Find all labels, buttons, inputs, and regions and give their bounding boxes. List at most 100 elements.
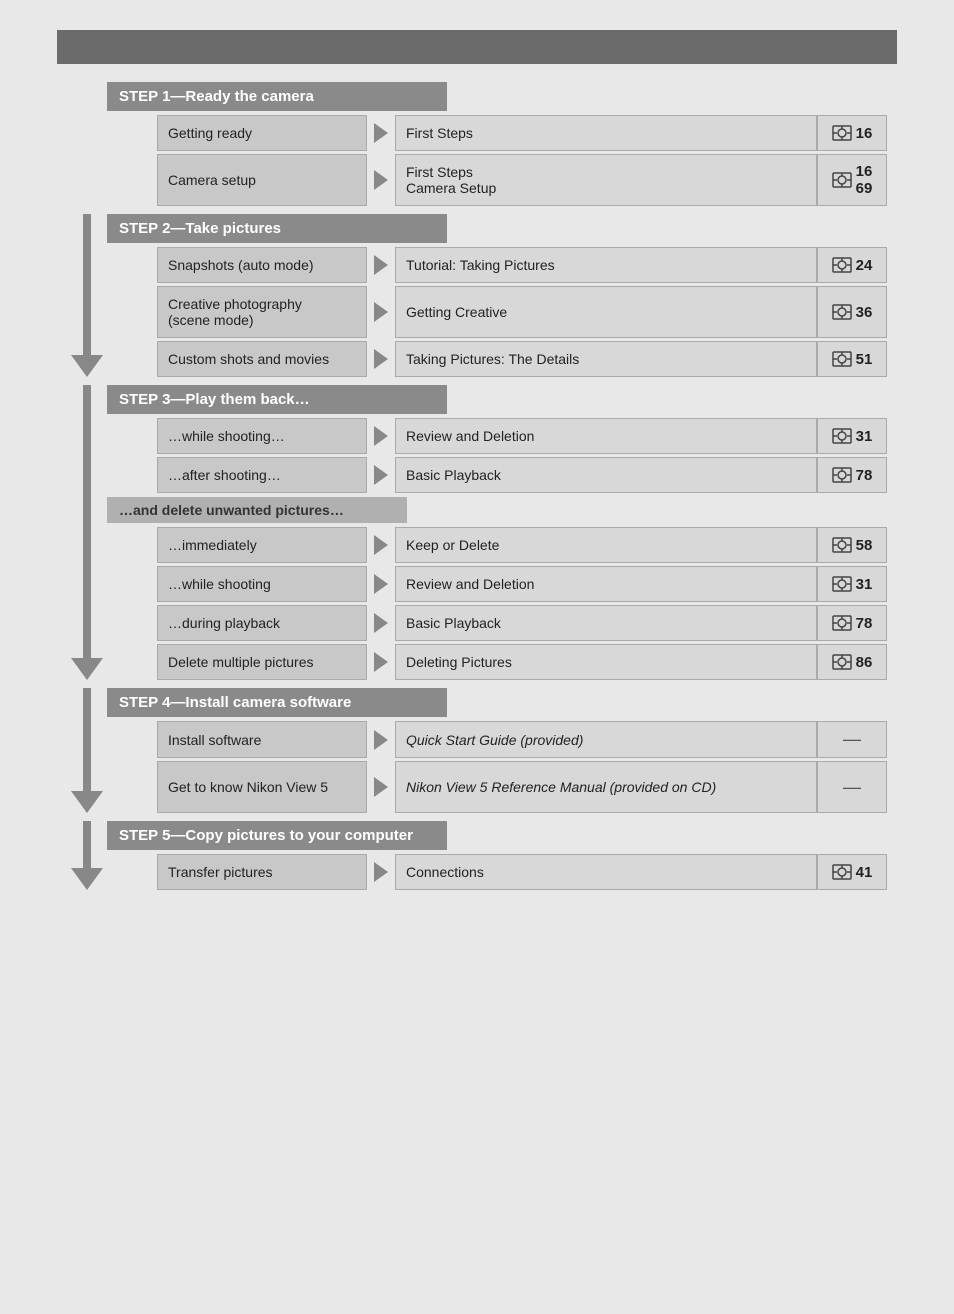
row-indent bbox=[107, 457, 157, 493]
camera-icon bbox=[832, 652, 852, 672]
page-number: 78 bbox=[856, 615, 873, 632]
table-row: Install software Quick Start Guide (provi… bbox=[107, 721, 887, 758]
row-label: Install software bbox=[157, 721, 367, 758]
row-label: Delete multiple pictures bbox=[157, 644, 367, 680]
row-indent bbox=[107, 286, 157, 338]
page-number: 86 bbox=[856, 654, 873, 671]
camera-icon bbox=[832, 862, 852, 882]
step-section-step2: STEP 2—Take pictures Snapshots (auto mode… bbox=[67, 214, 887, 377]
camera-icon bbox=[832, 465, 852, 485]
row-arrow bbox=[367, 115, 395, 151]
row-target: Connections bbox=[395, 854, 817, 890]
page-number: 24 bbox=[856, 257, 873, 274]
table-row: …after shooting… Basic Playback 78 bbox=[107, 457, 887, 493]
page-number: 41 bbox=[856, 864, 873, 881]
table-row: …immediately Keep or Delete 58 bbox=[107, 527, 887, 563]
row-label: …during playback bbox=[157, 605, 367, 641]
row-target: Basic Playback bbox=[395, 457, 817, 493]
camera-icon bbox=[832, 170, 852, 190]
arrow-head bbox=[71, 658, 103, 680]
row-label: …after shooting… bbox=[157, 457, 367, 493]
row-page: 78 bbox=[817, 457, 887, 493]
page: STEP 1—Ready the cameraGetting readyFirs… bbox=[47, 20, 907, 1294]
content: STEP 1—Ready the cameraGetting readyFirs… bbox=[57, 64, 897, 908]
arrow-line bbox=[83, 821, 91, 868]
big-arrow-container bbox=[67, 688, 107, 813]
row-target: Tutorial: Taking Pictures bbox=[395, 247, 817, 283]
row-indent bbox=[107, 761, 157, 813]
step-section-step4: STEP 4—Install camera software Install so… bbox=[67, 688, 887, 813]
table-row: …while shootingReview and Deletion 31 bbox=[107, 566, 887, 602]
row-page: 86 bbox=[817, 644, 887, 680]
step-header-step4: STEP 4—Install camera software bbox=[107, 688, 447, 717]
row-label: …while shooting… bbox=[157, 418, 367, 454]
substep-rows: …immediately Keep or Delete 58 …while shoo… bbox=[107, 527, 887, 680]
row-arrow bbox=[367, 341, 395, 377]
row-label: Custom shots and movies bbox=[157, 341, 367, 377]
page-number: 51 bbox=[856, 351, 873, 368]
row-arrow bbox=[367, 286, 395, 338]
page-number: 78 bbox=[856, 467, 873, 484]
row-page: 31 bbox=[817, 418, 887, 454]
section-content: STEP 3—Play them back……while shooting…Re… bbox=[107, 385, 887, 680]
step-rows: …while shooting…Review and Deletion 31…a… bbox=[107, 418, 887, 493]
row-indent bbox=[107, 527, 157, 563]
row-arrow bbox=[367, 418, 395, 454]
camera-icon bbox=[832, 426, 852, 446]
row-target: Keep or Delete bbox=[395, 527, 817, 563]
row-arrow bbox=[367, 854, 395, 890]
camera-icon bbox=[832, 349, 852, 369]
row-label: …immediately bbox=[157, 527, 367, 563]
row-indent bbox=[107, 418, 157, 454]
row-label: Get to know Nikon View 5 bbox=[157, 761, 367, 813]
row-page: — bbox=[817, 721, 887, 758]
table-row: Getting readyFirst Steps 16 bbox=[107, 115, 887, 151]
row-page: 16 bbox=[817, 115, 887, 151]
main-title bbox=[57, 30, 897, 48]
arrow-line bbox=[83, 688, 91, 791]
row-indent bbox=[107, 605, 157, 641]
row-label: Snapshots (auto mode) bbox=[157, 247, 367, 283]
section-content: STEP 4—Install camera software Install so… bbox=[107, 688, 887, 813]
step-section-step3: STEP 3—Play them back……while shooting…Re… bbox=[67, 385, 887, 680]
row-target: Getting Creative bbox=[395, 286, 817, 338]
row-target: Basic Playback bbox=[395, 605, 817, 641]
table-row: Snapshots (auto mode) Tutorial: Taking Pi… bbox=[107, 247, 887, 283]
row-target: Quick Start Guide (provided) bbox=[395, 721, 817, 758]
table-row: Delete multiple picturesDeleting Picture… bbox=[107, 644, 887, 680]
table-row: …while shooting… Review and Deletion 31 bbox=[107, 418, 887, 454]
big-arrow-container bbox=[67, 385, 107, 680]
row-indent bbox=[107, 154, 157, 206]
row-indent bbox=[107, 341, 157, 377]
row-label: …while shooting bbox=[157, 566, 367, 602]
row-arrow bbox=[367, 605, 395, 641]
row-indent bbox=[107, 247, 157, 283]
row-page: 24 bbox=[817, 247, 887, 283]
page-number: 58 bbox=[856, 537, 873, 554]
big-arrow-container bbox=[67, 821, 107, 890]
row-arrow bbox=[367, 761, 395, 813]
row-target: Review and Deletion bbox=[395, 566, 817, 602]
page-number: 36 bbox=[856, 304, 873, 321]
arrow-head bbox=[71, 355, 103, 377]
camera-icon bbox=[832, 123, 852, 143]
camera-icon bbox=[832, 302, 852, 322]
step-rows: Install software Quick Start Guide (provi… bbox=[107, 721, 887, 813]
table-row: Creative photography(scene mode)Getting … bbox=[107, 286, 887, 338]
page-number: 1669 bbox=[856, 163, 873, 197]
step-header-step2: STEP 2—Take pictures bbox=[107, 214, 447, 243]
table-row: Transfer picturesConnections 41 bbox=[107, 854, 887, 890]
row-target: Review and Deletion bbox=[395, 418, 817, 454]
row-indent bbox=[107, 115, 157, 151]
table-row: …during playback Basic Playback 78 bbox=[107, 605, 887, 641]
row-indent bbox=[107, 854, 157, 890]
substep-header: …and delete unwanted pictures… bbox=[107, 497, 407, 523]
step-rows: Snapshots (auto mode) Tutorial: Taking Pi… bbox=[107, 247, 887, 377]
camera-icon bbox=[832, 613, 852, 633]
step-header-step5: STEP 5—Copy pictures to your computer bbox=[107, 821, 447, 850]
arrow-head bbox=[71, 791, 103, 813]
row-page: 36 bbox=[817, 286, 887, 338]
table-row: Custom shots and moviesTaking Pictures: … bbox=[107, 341, 887, 377]
row-page: 41 bbox=[817, 854, 887, 890]
step-rows: Transfer picturesConnections 41 bbox=[107, 854, 887, 890]
